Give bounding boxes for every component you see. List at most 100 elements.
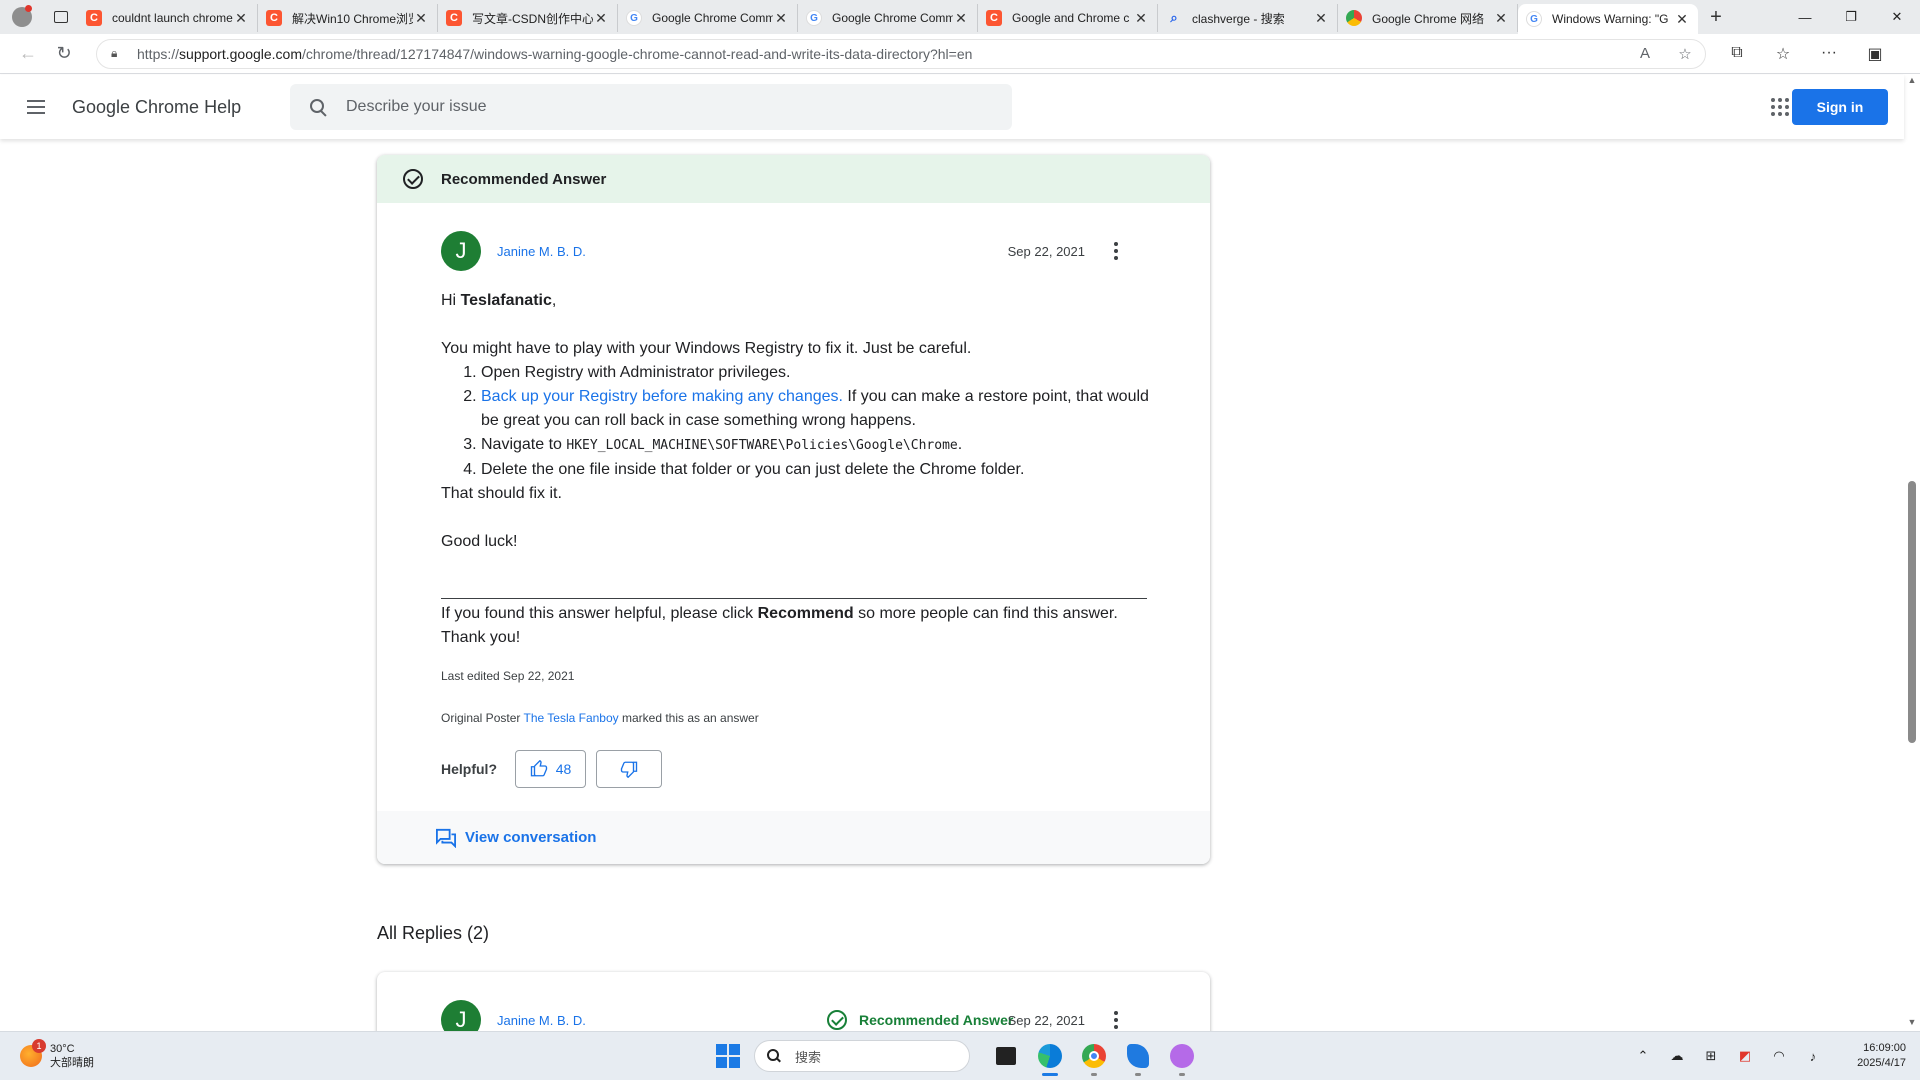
- browser-tab[interactable]: G Google Chrome Comm ✕: [618, 4, 798, 32]
- browser-tab[interactable]: Google Chrome 网络 ✕: [1338, 4, 1518, 32]
- avatar[interactable]: J: [441, 1000, 481, 1031]
- url-field[interactable]: 🔒︎ https://support.google.com/chrome/thr…: [96, 38, 1706, 69]
- site-title[interactable]: Google Chrome Help: [72, 97, 290, 118]
- post-date: Sep 22, 2021: [1007, 1012, 1085, 1028]
- close-tab-icon[interactable]: ✕: [233, 10, 249, 27]
- thumbs-up-button[interactable]: 48: [515, 750, 586, 788]
- wifi-icon[interactable]: ◠: [1762, 1048, 1796, 1064]
- restore-button[interactable]: ❐: [1828, 0, 1874, 34]
- workspaces-icon: [54, 11, 68, 23]
- close-tab-icon[interactable]: ✕: [773, 10, 789, 27]
- google-apps-icon[interactable]: [1768, 95, 1792, 119]
- profile-button[interactable]: [0, 0, 44, 34]
- google-icon: G: [806, 10, 822, 26]
- window-controls: — ❐ ✕: [1782, 0, 1920, 34]
- scroll-up-arrow-icon[interactable]: ▲: [1904, 75, 1920, 89]
- thumbs-down-button[interactable]: [596, 750, 662, 788]
- answer-signoff: Good luck!: [441, 533, 518, 550]
- scroll-thumb[interactable]: [1908, 481, 1916, 743]
- weather-widget[interactable]: 1 30°C 大部晴朗: [20, 1039, 94, 1070]
- close-tab-icon[interactable]: ✕: [593, 10, 609, 27]
- favorites-icon[interactable]: ☆: [1760, 44, 1806, 64]
- browser-tab[interactable]: C 写文章-CSDN创作中心 ✕: [438, 4, 618, 32]
- help-search-input[interactable]: [346, 98, 1012, 116]
- browser-tab[interactable]: C 解决Win10 Chrome浏览器✕: [258, 4, 438, 32]
- csdn-icon: C: [446, 10, 462, 26]
- avatar[interactable]: J: [441, 231, 481, 271]
- tab-title: 写文章-CSDN创作中心: [472, 11, 593, 26]
- thumbs-up-icon: [530, 760, 547, 777]
- author-name-link[interactable]: Janine M. B. D.: [497, 1013, 586, 1028]
- original-poster-link[interactable]: The Tesla Fanboy: [523, 711, 618, 725]
- system-clock[interactable]: 16:09:00 2025/4/17: [1846, 1041, 1906, 1071]
- chrome-icon: [1346, 10, 1362, 26]
- recommended-answer-badge: Recommended Answer: [827, 1010, 1013, 1030]
- last-edited: Last edited Sep 22, 2021: [441, 669, 575, 683]
- helpful-note: If you found this answer helpful, please…: [441, 605, 1118, 646]
- csdn-icon: C: [266, 10, 282, 26]
- feishu-icon: [1127, 1044, 1149, 1068]
- edge-app-button[interactable]: [1028, 1034, 1072, 1078]
- check-circle-icon: [403, 169, 423, 189]
- read-aloud-icon[interactable]: A: [1625, 45, 1665, 62]
- sign-in-button[interactable]: Sign in: [1792, 89, 1888, 125]
- system-tray: ⌃ ☁ ⊞ ◩ ◠ ♪ 16:09:00 2025/4/17: [1626, 1041, 1906, 1071]
- antivirus-icon[interactable]: ◩: [1728, 1048, 1762, 1064]
- google-icon: G: [626, 10, 642, 26]
- close-tab-icon[interactable]: ✕: [953, 10, 969, 27]
- divider: [441, 598, 1147, 599]
- browser-tab[interactable]: Ccouldnt launch chrome ✕: [78, 4, 258, 32]
- all-replies-heading: All Replies (2): [377, 923, 490, 943]
- extensions-icon[interactable]: ⧉: [1714, 44, 1760, 64]
- close-tab-icon[interactable]: ✕: [413, 10, 429, 27]
- show-hidden-icons-chevron-icon[interactable]: ⌃: [1626, 1048, 1660, 1064]
- windows-taskbar: 1 30°C 大部晴朗 搜索 ⌃ ☁ ⊞ ◩ ◠ ♪ 16:09:00 2025…: [0, 1031, 1920, 1080]
- settings-more-icon[interactable]: ···: [1806, 44, 1852, 64]
- close-tab-icon[interactable]: ✕: [1133, 10, 1149, 27]
- url-text: https://support.google.com/chrome/thread…: [137, 45, 973, 62]
- more-options-icon[interactable]: [1107, 1011, 1125, 1029]
- input-method-icon[interactable]: ⊞: [1694, 1048, 1728, 1064]
- workspaces-button[interactable]: [44, 0, 78, 34]
- browser-tab[interactable]: G Google Chrome Comm ✕: [798, 4, 978, 32]
- more-options-icon[interactable]: [1107, 242, 1125, 260]
- volume-icon[interactable]: ♪: [1796, 1049, 1830, 1064]
- start-windows-icon[interactable]: [716, 1044, 740, 1068]
- back-button[interactable]: ←: [10, 36, 46, 72]
- page-scrollbar[interactable]: ▲ ▼: [1904, 75, 1920, 1031]
- browser-tab[interactable]: C Google and Chrome c ✕: [978, 4, 1158, 32]
- view-conversation-link[interactable]: View conversation: [465, 829, 596, 846]
- search-icon: [308, 97, 328, 117]
- close-tab-icon[interactable]: ✕: [1313, 10, 1329, 27]
- minimize-button[interactable]: —: [1782, 0, 1828, 34]
- sidebar-toggle-icon[interactable]: ▣: [1852, 44, 1898, 64]
- browser-tab[interactable]: ⌕ clashverge - 搜索 ✕: [1158, 4, 1338, 32]
- close-window-button[interactable]: ✕: [1874, 0, 1920, 34]
- close-tab-icon[interactable]: ✕: [1674, 11, 1690, 28]
- address-bar-row: ← ↻ 🔒︎ https://support.google.com/chrome…: [0, 34, 1920, 74]
- main-menu-icon[interactable]: [0, 100, 72, 114]
- feishu-app-button[interactable]: [1116, 1034, 1160, 1078]
- task-view-button[interactable]: [984, 1034, 1028, 1078]
- backup-registry-link[interactable]: Back up your Registry before making any …: [481, 388, 843, 405]
- new-tab-button[interactable]: +: [1698, 6, 1734, 29]
- refresh-button[interactable]: ↻: [46, 36, 82, 72]
- favorite-star-icon[interactable]: ☆: [1665, 45, 1705, 63]
- tab-list: Ccouldnt launch chrome✕C解决Win10 Chrome浏览…: [78, 0, 1698, 34]
- chrome-app-button[interactable]: [1072, 1034, 1116, 1078]
- upvote-count: 48: [555, 761, 572, 777]
- helpful-label: Helpful?: [441, 761, 497, 777]
- helpful-row: Helpful? 48: [441, 750, 672, 788]
- taskbar-search[interactable]: 搜索: [754, 1040, 970, 1072]
- onedrive-icon[interactable]: ☁: [1660, 1048, 1694, 1064]
- original-poster-marked: Original Poster The Tesla Fanboy marked …: [441, 711, 759, 725]
- scroll-down-arrow-icon[interactable]: ▼: [1904, 1017, 1920, 1031]
- google-icon: G: [1526, 11, 1542, 27]
- author-name-link[interactable]: Janine M. B. D.: [497, 244, 586, 259]
- browser-tab[interactable]: G Windows Warning: "G ✕: [1518, 4, 1698, 34]
- cat-app-button[interactable]: [1160, 1034, 1204, 1078]
- help-search-box[interactable]: [290, 84, 1012, 130]
- answer-outro: That should fix it.: [441, 485, 562, 502]
- chrome-icon: [1082, 1044, 1106, 1068]
- close-tab-icon[interactable]: ✕: [1493, 10, 1509, 27]
